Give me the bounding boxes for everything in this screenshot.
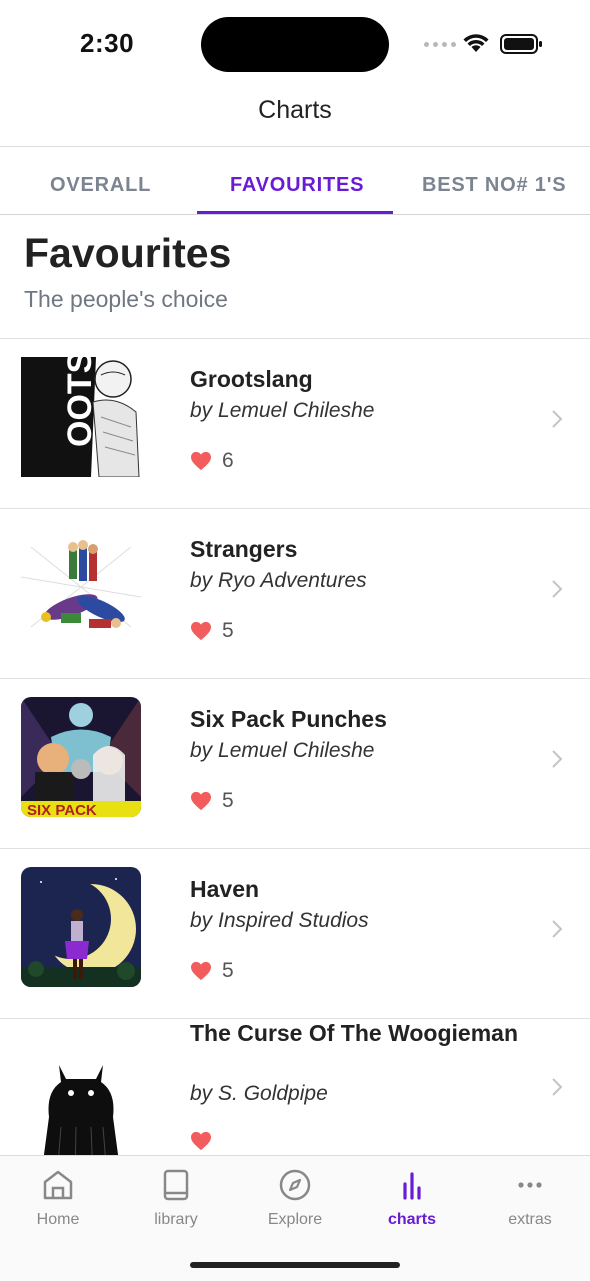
page-title: Charts xyxy=(258,96,332,124)
likes: 5 xyxy=(190,789,234,813)
tabbar-label: library xyxy=(154,1211,198,1228)
chevron-right-icon xyxy=(552,580,563,598)
home-indicator xyxy=(190,1262,400,1268)
tabbar-item-home[interactable]: Home xyxy=(8,1168,108,1229)
likes: 5 xyxy=(190,959,234,983)
chevron-right-icon xyxy=(552,1078,563,1096)
tabbar-label: extras xyxy=(508,1211,552,1228)
section-subtitle: The people's choice xyxy=(24,286,228,312)
battery-icon xyxy=(500,34,542,54)
comic-author: by Inspired Studios xyxy=(190,909,369,932)
list-item[interactable]: Haven by Inspired Studios 5 xyxy=(0,849,590,1019)
comic-author: by Lemuel Chileshe xyxy=(190,739,375,762)
comic-title: Grootslang xyxy=(190,366,313,392)
list-item[interactable]: The Curse Of The Woogieman by S. Goldpip… xyxy=(0,1019,590,1156)
list-item[interactable]: Strangers by Ryo Adventures 5 xyxy=(0,509,590,679)
bar-chart-icon xyxy=(403,1172,421,1200)
likes: 6 xyxy=(190,449,234,473)
tabbar-item-extras[interactable]: extras xyxy=(480,1168,580,1229)
tabs-divider xyxy=(0,214,590,215)
comic-title: Six Pack Punches xyxy=(190,706,387,732)
svg-text:OOTSLA: OOTSLA xyxy=(61,357,99,447)
tabbar-label: Explore xyxy=(267,1211,323,1228)
tabbar-item-library[interactable]: library xyxy=(126,1168,226,1229)
home-icon xyxy=(43,1170,73,1200)
tab-overall[interactable]: OVERALL xyxy=(50,174,151,197)
comic-title: Strangers xyxy=(190,536,298,562)
comic-author: by Lemuel Chileshe xyxy=(190,399,375,422)
comic-title: Haven xyxy=(190,876,260,902)
section-title: Favourites xyxy=(24,230,232,276)
tab-favourites[interactable]: FAVOURITES xyxy=(230,174,364,197)
heart-icon xyxy=(191,1131,211,1151)
tabbar-item-charts[interactable]: charts xyxy=(362,1168,462,1229)
svg-text:SIX PACK: SIX PACK xyxy=(27,802,97,817)
heart-icon xyxy=(191,451,211,471)
chevron-right-icon xyxy=(552,750,563,768)
likes: 5 xyxy=(190,619,234,643)
chevron-right-icon xyxy=(552,920,563,938)
compass-icon xyxy=(279,1169,311,1201)
comic-author: by Ryo Adventures xyxy=(190,569,367,592)
comic-cover xyxy=(21,867,141,987)
list-item[interactable]: SIX PACK Six Pack Punches by Lemuel Chil… xyxy=(0,679,590,849)
book-icon xyxy=(163,1169,189,1201)
favourites-list: OOTSLA Grootslang by Lemuel Chileshe 6 S… xyxy=(0,338,590,1156)
tabbar-label: charts xyxy=(387,1211,437,1228)
likes-count: 5 xyxy=(222,619,234,642)
heart-icon xyxy=(191,791,211,811)
status-time: 2:30 xyxy=(80,28,135,58)
likes-count: 5 xyxy=(222,789,234,812)
tabbar-label: Home xyxy=(36,1211,80,1228)
chart-tabs: OVERALL FAVOURITES BEST NO# 1'S xyxy=(0,147,590,215)
wifi-icon xyxy=(463,34,489,52)
likes-count: 6 xyxy=(222,449,234,472)
dynamic-island xyxy=(201,17,389,72)
comic-cover xyxy=(21,1057,141,1156)
status-bar: 2:30 xyxy=(0,0,590,90)
comic-title: The Curse Of The Woogieman xyxy=(190,1020,518,1046)
comic-cover xyxy=(21,527,141,647)
more-icon xyxy=(518,1182,542,1188)
heart-icon xyxy=(191,961,211,981)
likes xyxy=(190,1131,222,1151)
comic-cover: SIX PACK xyxy=(21,697,141,817)
tab-best-no1s[interactable]: BEST NO# 1'S xyxy=(422,174,566,197)
list-item[interactable]: OOTSLA Grootslang by Lemuel Chileshe 6 xyxy=(0,339,590,509)
comic-cover: OOTSLA xyxy=(21,357,141,477)
tabbar-item-explore[interactable]: Explore xyxy=(245,1168,345,1229)
chevron-right-icon xyxy=(552,410,563,428)
likes-count: 5 xyxy=(222,959,234,982)
heart-icon xyxy=(191,621,211,641)
comic-author: by S. Goldpipe xyxy=(190,1082,328,1105)
signal-icon xyxy=(424,42,456,47)
